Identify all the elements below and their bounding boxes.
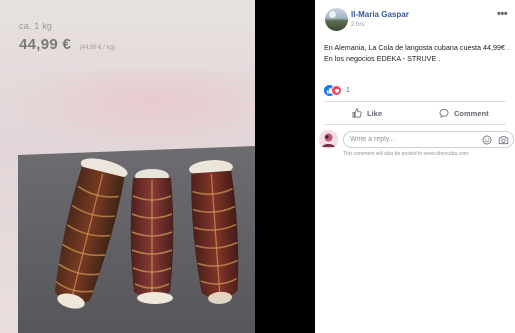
comment-bubble-icon [439,108,449,118]
post-timestamp[interactable]: 2 hrs [351,22,364,28]
camera-icon[interactable] [498,135,509,145]
post-panel: Il-Maria Gaspar 2 hrs ••• En Alemania, L… [315,0,515,333]
post-photo[interactable]: ca. 1 kg 44,99 € (44,99 € / kg) [0,0,255,333]
avatar-sun-shape [329,11,336,18]
like-button[interactable]: Like [352,108,382,118]
emoji-icon[interactable] [482,135,492,145]
comment-button[interactable]: Comment [439,108,489,118]
viewer-avatar-image [319,130,338,149]
cross-post-notice: This comment will also be posted to www.… [343,151,470,157]
love-reaction-icon [331,85,342,96]
post-text: En Alemania, La Cola de langosta cubana … [324,43,510,63]
reactions-summary[interactable]: 1 [324,85,350,96]
like-button-label: Like [367,108,383,118]
actions-top-divider [324,101,506,102]
author-avatar[interactable] [325,8,348,31]
comment-button-label: Comment [454,108,489,118]
author-name-link[interactable]: Il-Maria Gaspar [351,10,409,19]
viewer-avatar [319,130,338,149]
reply-composer[interactable] [343,131,514,148]
reaction-count: 1 [346,87,350,94]
actions-bottom-divider [324,124,506,125]
lobster-tails-image [18,146,255,333]
reply-input[interactable] [350,134,470,145]
screenshot-stage: ca. 1 kg 44,99 € (44,99 € / kg) Il-Maria… [0,0,515,333]
more-options-icon[interactable]: ••• [497,8,508,20]
thumbs-up-icon [352,108,362,118]
lobster-tail-2 [130,169,174,304]
comments-area [315,163,515,333]
